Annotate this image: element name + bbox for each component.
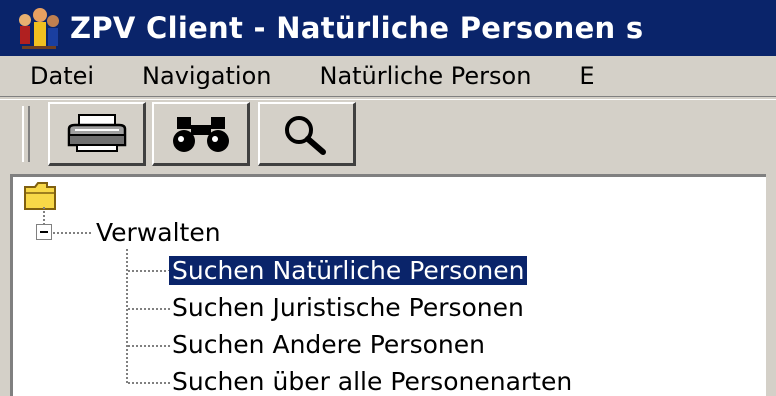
window-title: ZPV Client - Natürliche Personen s: [70, 11, 644, 45]
menu-navigation[interactable]: Navigation: [130, 62, 283, 90]
tree-node-label: Verwalten: [96, 218, 221, 247]
magnifier-icon: [284, 115, 326, 155]
title-bar[interactable]: ZPV Client - Natürliche Personen s: [0, 0, 776, 56]
menu-bar: Datei Navigation Natürliche Person E: [0, 56, 776, 96]
app-window: ZPV Client - Natürliche Personen s Datei…: [0, 0, 776, 396]
tree-line: [128, 345, 170, 347]
splitter[interactable]: [766, 174, 776, 396]
menu-datei[interactable]: Datei: [20, 62, 106, 90]
tree-item-suchen-juristische-personen[interactable]: Suchen Juristische Personen: [169, 292, 527, 324]
toolbar: [0, 100, 776, 172]
tree-item-label: Suchen Juristische Personen: [172, 293, 524, 322]
tree-line: [53, 232, 91, 234]
tree-node-verwalten[interactable]: Verwalten: [93, 217, 224, 249]
tree-line: [128, 270, 170, 272]
tree-item-label: Suchen Andere Personen: [172, 330, 485, 359]
tree-item-suchen-alle-personenarten[interactable]: Suchen über alle Personenarten: [169, 366, 575, 396]
tree-item-label: Suchen über alle Personenarten: [172, 367, 573, 396]
binoculars-icon: [172, 116, 229, 152]
navigation-tree[interactable]: Verwalten Suchen Natürliche Personen Suc…: [10, 174, 766, 396]
menu-natuerliche-person[interactable]: Natürliche Person: [307, 62, 543, 90]
tree-line: [128, 382, 170, 384]
printer-icon: [67, 113, 126, 152]
find-button[interactable]: [152, 102, 250, 166]
tree-line: [128, 308, 170, 310]
collapse-toggle[interactable]: [36, 224, 52, 240]
tree-line: [43, 207, 45, 225]
search-button[interactable]: [258, 102, 356, 166]
tree-item-suchen-natuerliche-personen[interactable]: Suchen Natürliche Personen: [167, 255, 529, 287]
tree-item-label: Suchen Natürliche Personen: [167, 255, 529, 286]
toolbar-grip[interactable]: [22, 106, 30, 162]
app-people-icon: [19, 8, 59, 49]
menu-partial[interactable]: E: [567, 62, 606, 90]
print-button[interactable]: [48, 102, 146, 166]
folder-icon: [24, 182, 56, 210]
tree-item-suchen-andere-personen[interactable]: Suchen Andere Personen: [169, 329, 488, 361]
